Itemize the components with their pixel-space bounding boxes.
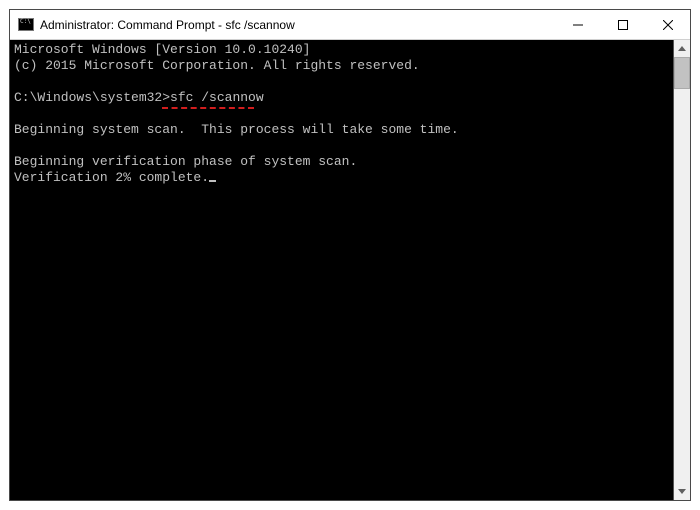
window-title: Administrator: Command Prompt - sfc /sca… xyxy=(40,18,555,32)
close-icon xyxy=(663,20,673,30)
typed-command: sfc /scannow xyxy=(170,90,264,105)
chevron-up-icon xyxy=(678,46,686,51)
scroll-up-button[interactable] xyxy=(674,40,690,57)
scroll-down-button[interactable] xyxy=(674,483,690,500)
output-line: Microsoft Windows [Version 10.0.10240] xyxy=(14,42,310,57)
command-prompt-window: Administrator: Command Prompt - sfc /sca… xyxy=(9,9,691,501)
command-highlight-underline xyxy=(162,107,254,109)
output-line: Beginning system scan. This process will… xyxy=(14,122,459,137)
terminal-area: Microsoft Windows [Version 10.0.10240] (… xyxy=(10,40,690,500)
output-line: (c) 2015 Microsoft Corporation. All righ… xyxy=(14,58,420,73)
prompt-line: C:\Windows\system32>sfc /scannow xyxy=(14,90,264,106)
prompt-path: C:\Windows\system32> xyxy=(14,90,170,105)
chevron-down-icon xyxy=(678,489,686,494)
maximize-icon xyxy=(618,20,628,30)
window-controls xyxy=(555,10,690,39)
minimize-button[interactable] xyxy=(555,10,600,39)
text-cursor xyxy=(209,180,216,182)
terminal-output[interactable]: Microsoft Windows [Version 10.0.10240] (… xyxy=(10,40,673,500)
app-icon xyxy=(18,17,34,33)
output-line: Beginning verification phase of system s… xyxy=(14,154,357,169)
close-button[interactable] xyxy=(645,10,690,39)
titlebar[interactable]: Administrator: Command Prompt - sfc /sca… xyxy=(10,10,690,40)
command-prompt-icon xyxy=(18,18,34,31)
scroll-track[interactable] xyxy=(674,57,690,483)
output-line: Verification 2% complete. xyxy=(14,170,209,185)
maximize-button[interactable] xyxy=(600,10,645,39)
minimize-icon xyxy=(573,20,583,30)
vertical-scrollbar[interactable] xyxy=(673,40,690,500)
scroll-thumb[interactable] xyxy=(674,57,690,89)
